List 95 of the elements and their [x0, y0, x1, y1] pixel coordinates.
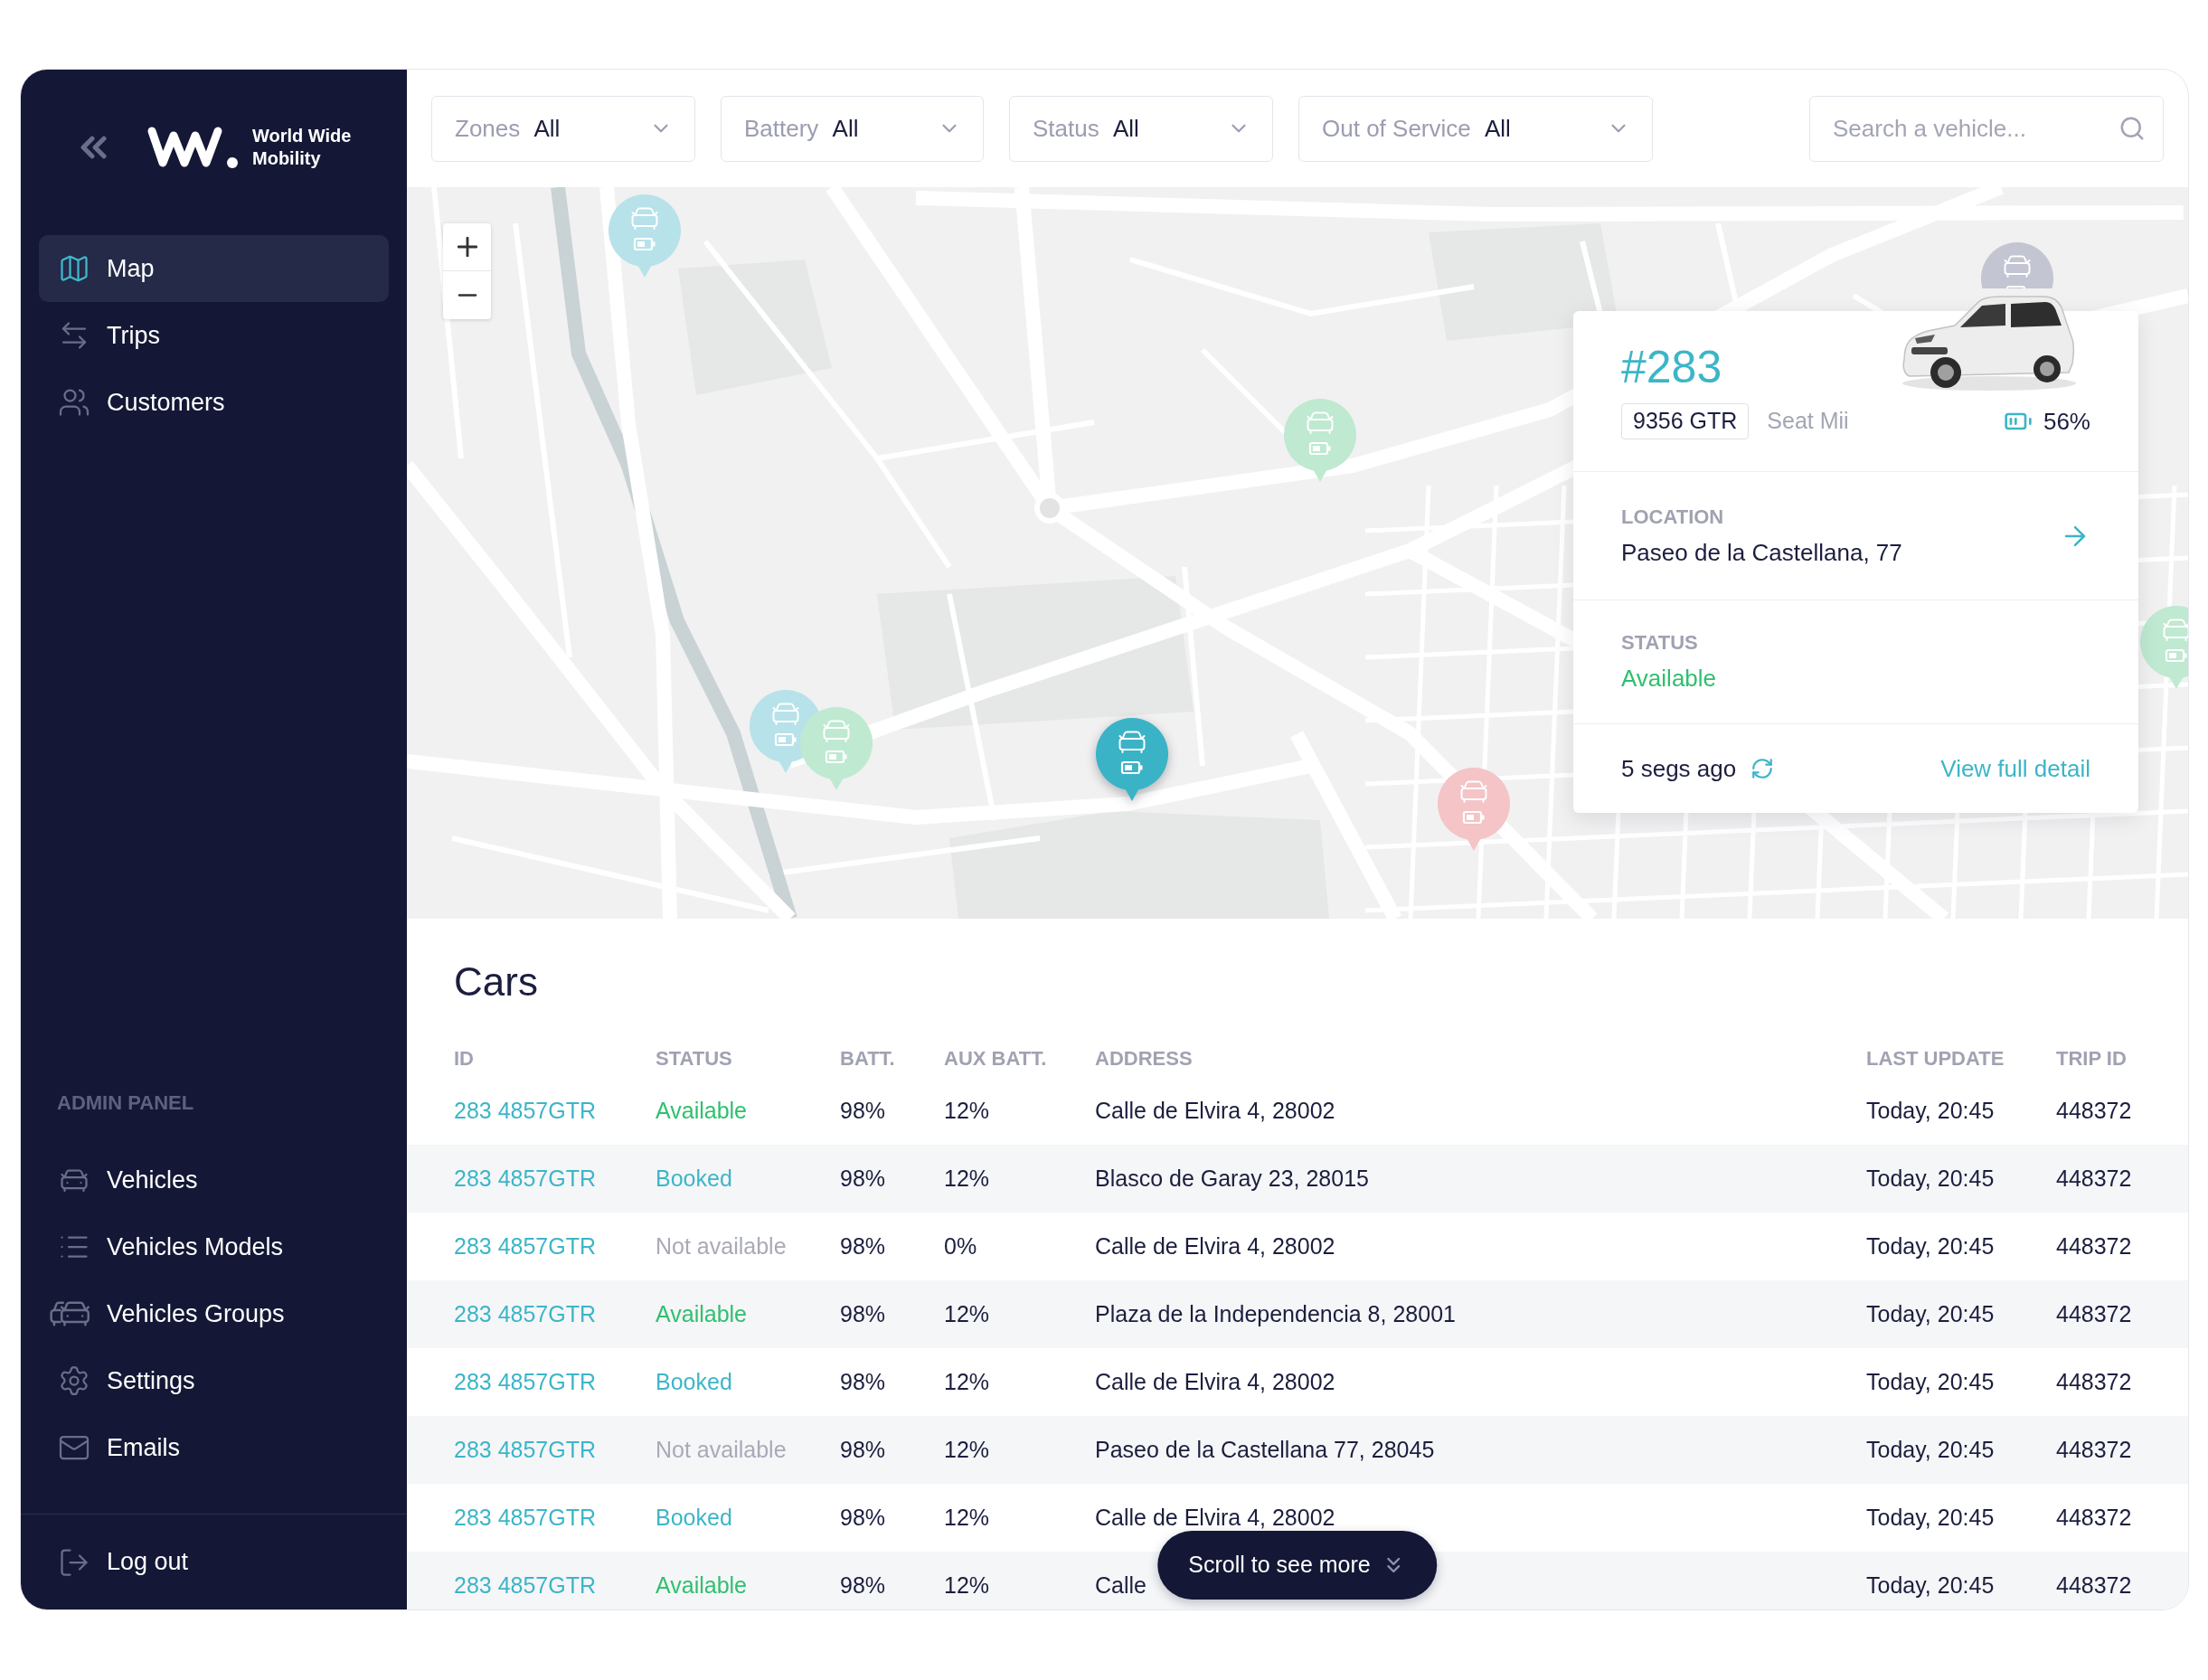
status-text: Available [656, 1571, 747, 1600]
section-heading: ADMIN PANEL [57, 1091, 194, 1114]
status-text: Not available [656, 1232, 787, 1260]
battery-text: 98% [840, 1571, 886, 1600]
battery-text: 98% [840, 1164, 886, 1193]
trip-id-text: 448372 [2056, 1503, 2132, 1532]
last-update-text: Today, 20:45 [1866, 1299, 1995, 1328]
sidebar-item[interactable]: Settings [39, 1347, 389, 1414]
address-text: Paseo de la Castellana, 77 [1621, 537, 1902, 568]
address-text: Calle de Elvira 4, 28002 [1095, 1367, 1335, 1396]
battery-text: 98% [840, 1503, 886, 1532]
aux-battery-text: 12% [944, 1164, 990, 1193]
address-text: Calle de Elvira 4, 28002 [1095, 1232, 1335, 1260]
car-marker-icon[interactable] [1096, 718, 1168, 803]
status-text: Available [656, 1299, 747, 1328]
battery-text: 98% [840, 1299, 886, 1328]
scroll-more-button[interactable]: Scroll to see more [1157, 1531, 1438, 1600]
address-text: Blasco de Garay 23, 28015 [1095, 1164, 1369, 1193]
car-marker-icon[interactable] [1438, 768, 1510, 853]
minus-icon [457, 294, 477, 297]
status-text: Booked [656, 1503, 732, 1532]
address-text: Calle [1095, 1571, 1146, 1600]
filter-dropdown[interactable]: Battery All [721, 95, 984, 162]
column-header: AUX BATT. [944, 1045, 1047, 1071]
filter-dropdown[interactable]: Out of Service All [1298, 95, 1653, 162]
logout-button[interactable]: Log out [39, 1528, 389, 1596]
column-header: BATT. [840, 1045, 895, 1071]
trip-id-text: 448372 [2056, 1096, 2132, 1125]
double-chevron-left-icon[interactable] [79, 136, 108, 159]
sidebar-item[interactable]: Emails [39, 1414, 389, 1481]
aux-battery-text: 12% [944, 1571, 990, 1600]
sidebar-item[interactable]: Customers [39, 369, 389, 436]
aux-battery-text: 12% [944, 1299, 990, 1328]
status-text: Booked [656, 1164, 732, 1193]
aux-battery-text: 12% [944, 1367, 990, 1396]
refresh-icon[interactable] [1750, 757, 1775, 780]
car-marker-icon[interactable] [609, 194, 681, 279]
aux-battery-text: 12% [944, 1503, 990, 1532]
last-update-text: Today, 20:45 [1866, 1503, 1995, 1532]
status-text: Not available [656, 1435, 787, 1464]
car-marker-icon[interactable] [1981, 242, 2053, 288]
aux-battery-text: 0% [944, 1232, 977, 1260]
brand-name: World Wide Mobility [252, 125, 353, 170]
status-text: Available [1621, 664, 1717, 694]
battery-percentage: 56% [2043, 406, 2090, 437]
column-header: TRIP ID [2056, 1045, 2127, 1071]
column-header: LAST UPDATE [1866, 1045, 2005, 1071]
column-header: ADDRESS [1095, 1045, 1193, 1071]
last-update-text: Today, 20:45 [1866, 1096, 1995, 1125]
battery-text: 98% [840, 1435, 886, 1464]
wave-logo-icon [146, 125, 240, 170]
trip-id-text: 448372 [2056, 1164, 2132, 1193]
vehicle-model: Seat Mii [1767, 407, 1849, 436]
cars-icon [50, 1299, 91, 1328]
status-text: Booked [656, 1367, 732, 1396]
field-label: LOCATION [1621, 504, 1724, 530]
address-text: Calle de Elvira 4, 28002 [1095, 1503, 1335, 1532]
last-update-text: Today, 20:45 [1866, 1164, 1995, 1193]
aux-battery-text: 12% [944, 1096, 990, 1125]
filter-dropdown[interactable]: Status All [1009, 95, 1273, 162]
field-label: STATUS [1621, 630, 1698, 656]
aux-battery-text: 12% [944, 1435, 990, 1464]
sidebar-item[interactable]: Vehicles Groups [39, 1280, 389, 1347]
column-header: STATUS [656, 1045, 732, 1071]
trip-id-text: 448372 [2056, 1435, 2132, 1464]
sidebar-item[interactable]: Trips [39, 302, 389, 369]
trip-id-text: 448372 [2056, 1571, 2132, 1600]
filter-dropdown[interactable]: Zones All [431, 95, 695, 162]
battery-text: 98% [840, 1232, 886, 1260]
last-update-text: Today, 20:45 [1866, 1232, 1995, 1260]
car-marker-icon[interactable] [800, 707, 873, 792]
last-update-text: Today, 20:45 [1866, 1435, 1995, 1464]
sidebar-item[interactable]: Map [39, 235, 389, 302]
vehicle-number: #283 [1621, 341, 1722, 394]
sidebar-item[interactable]: Vehicles [39, 1147, 389, 1213]
license-plate: 9356 GTR [1621, 403, 1750, 439]
address-text: Calle de Elvira 4, 28002 [1095, 1096, 1335, 1125]
last-update-text: Today, 20:45 [1866, 1571, 1995, 1600]
trip-id-text: 448372 [2056, 1232, 2132, 1260]
address-text: Paseo de la Castellana 77, 28045 [1095, 1435, 1435, 1464]
car-marker-icon[interactable] [1284, 399, 1356, 484]
section-title: Cars [454, 958, 538, 1005]
battery-text: 98% [840, 1367, 886, 1396]
plus-icon [457, 237, 477, 257]
trip-id-text: 448372 [2056, 1299, 2132, 1328]
address-text: Plaza de la Independencia 8, 28001 [1095, 1299, 1456, 1328]
car-marker-icon[interactable] [2140, 606, 2188, 691]
search-field[interactable]: Search a vehicle... [1809, 95, 2164, 162]
trip-id-text: 448372 [2056, 1367, 2132, 1396]
column-header: ID [454, 1045, 474, 1071]
sidebar-item[interactable]: Vehicles Models [39, 1213, 389, 1280]
update-time: 5 segs ago [1621, 753, 1737, 784]
battery-text: 98% [840, 1096, 886, 1125]
status-text: Available [656, 1096, 747, 1125]
last-update-text: Today, 20:45 [1866, 1367, 1995, 1396]
